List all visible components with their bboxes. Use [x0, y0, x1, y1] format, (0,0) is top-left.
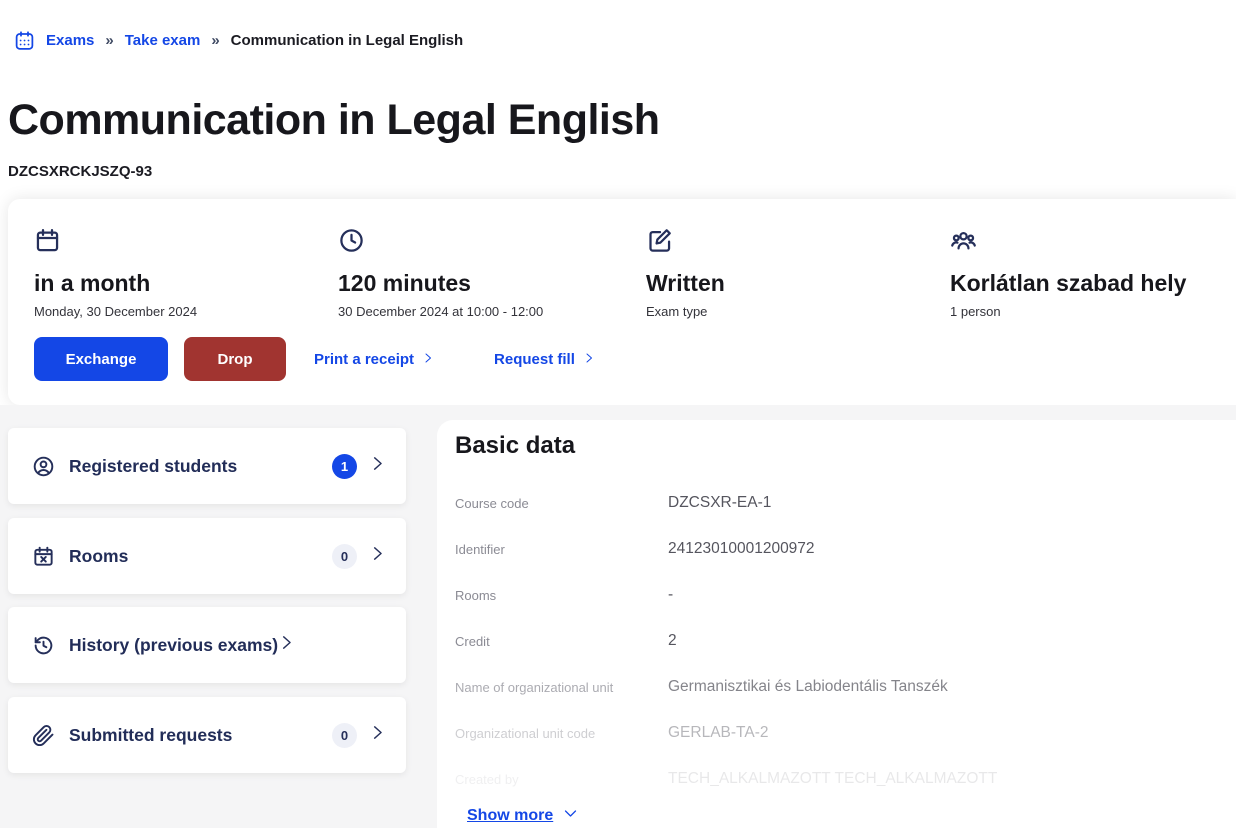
sidebar-item-rooms[interactable]: Rooms 0	[8, 518, 406, 594]
chevron-right-icon	[583, 351, 595, 368]
stat-free-places: Korlátlan szabad hely 1 person	[950, 227, 1236, 319]
sidebar-item-submitted-requests[interactable]: Submitted requests 0	[8, 697, 406, 773]
sidebar-item-label: History (previous exams)	[69, 635, 278, 656]
data-row-identifier: Identifier 24123010001200972	[455, 526, 1216, 572]
print-receipt-link[interactable]: Print a receipt	[314, 351, 434, 368]
print-receipt-label: Print a receipt	[314, 351, 414, 368]
basic-data-rows: Course code DZCSXR-EA-1 Identifier 24123…	[455, 480, 1216, 802]
exchange-button[interactable]: Exchange	[34, 337, 168, 381]
chevron-down-icon	[563, 806, 578, 826]
row-label: Organizational unit code	[455, 726, 668, 741]
row-value: 24123010001200972	[668, 540, 815, 558]
drop-button[interactable]: Drop	[184, 337, 286, 381]
stat-title: in a month	[34, 270, 334, 297]
chevron-right-icon	[357, 724, 406, 746]
request-fill-link[interactable]: Request fill	[494, 351, 595, 368]
stat-subtitle: 30 December 2024 at 10:00 - 12:00	[338, 304, 638, 319]
stat-title: 120 minutes	[338, 270, 638, 297]
breadcrumb-current-page: Communication in Legal English	[231, 32, 464, 49]
data-row-rooms: Rooms -	[455, 572, 1216, 618]
people-icon	[950, 227, 1236, 254]
exam-actions: Exchange Drop Print a receipt Request fi…	[34, 337, 595, 381]
page-title: Communication in Legal English	[8, 96, 660, 145]
user-circle-icon	[8, 455, 55, 478]
basic-data-heading: Basic data	[455, 432, 575, 460]
stat-subtitle: Exam type	[646, 304, 946, 319]
row-label: Course code	[455, 496, 668, 511]
pencil-square-icon	[646, 227, 946, 254]
data-row-org-unit-code: Organizational unit code GERLAB-TA-2	[455, 710, 1216, 756]
exam-summary-card: in a month Monday, 30 December 2024 120 …	[8, 199, 1236, 405]
breadcrumb-separator: »	[211, 32, 219, 49]
sidebar-item-registered-students[interactable]: Registered students 1	[8, 428, 406, 504]
calendar-icon	[34, 227, 334, 254]
data-row-created-by: Created by TECH_ALKALMAZOTT TECH_ALKALMA…	[455, 756, 1216, 802]
breadcrumb-exams[interactable]: Exams	[46, 32, 94, 49]
calendar-x-icon	[8, 545, 55, 568]
sidebar-item-history[interactable]: History (previous exams)	[8, 607, 406, 683]
breadcrumb-take-exam[interactable]: Take exam	[125, 32, 201, 49]
stat-exam-date: in a month Monday, 30 December 2024	[34, 227, 334, 319]
calendar-icon	[14, 30, 35, 51]
stat-duration: 120 minutes 30 December 2024 at 10:00 - …	[338, 227, 638, 319]
row-value: -	[668, 586, 673, 604]
data-row-org-unit-name: Name of organizational unit Germanisztik…	[455, 664, 1216, 710]
request-fill-label: Request fill	[494, 351, 575, 368]
count-badge: 0	[332, 544, 357, 569]
sidebar-item-label: Rooms	[69, 546, 128, 567]
count-badge: 0	[332, 723, 357, 748]
stat-title: Written	[646, 270, 946, 297]
basic-data-panel: Basic data Course code DZCSXR-EA-1 Ident…	[437, 420, 1236, 828]
row-label: Created by	[455, 772, 668, 787]
row-value: DZCSXR-EA-1	[668, 494, 771, 512]
stat-subtitle: 1 person	[950, 304, 1236, 319]
row-value: TECH_ALKALMAZOTT TECH_ALKALMAZOTT	[668, 770, 997, 788]
show-more-link[interactable]: Show more	[467, 806, 578, 826]
row-label: Rooms	[455, 588, 668, 603]
count-badge: 1	[332, 454, 357, 479]
stat-title: Korlátlan szabad hely	[950, 270, 1236, 297]
row-value: Germanisztikai és Labiodentális Tanszék	[668, 678, 948, 696]
row-value: GERLAB-TA-2	[668, 724, 769, 742]
stat-subtitle: Monday, 30 December 2024	[34, 304, 334, 319]
sidebar-item-label: Submitted requests	[69, 725, 232, 746]
row-value: 2	[668, 632, 677, 650]
row-label: Name of organizational unit	[455, 680, 668, 695]
clock-icon	[338, 227, 638, 254]
breadcrumb: Exams » Take exam » Communication in Leg…	[14, 30, 463, 51]
history-icon	[8, 634, 55, 657]
stat-exam-type: Written Exam type	[646, 227, 946, 319]
chevron-right-icon	[422, 351, 434, 368]
chevron-right-icon	[278, 634, 315, 656]
chevron-right-icon	[357, 455, 406, 477]
exam-code: DZCSXRCKJSZQ-93	[8, 163, 152, 180]
chevron-right-icon	[357, 545, 406, 567]
show-more-label: Show more	[467, 807, 553, 825]
paperclip-icon	[8, 724, 55, 747]
data-row-course-code: Course code DZCSXR-EA-1	[455, 480, 1216, 526]
data-row-credit: Credit 2	[455, 618, 1216, 664]
row-label: Credit	[455, 634, 668, 649]
row-label: Identifier	[455, 542, 668, 557]
sidebar-item-label: Registered students	[69, 456, 237, 477]
breadcrumb-separator: »	[105, 32, 113, 49]
